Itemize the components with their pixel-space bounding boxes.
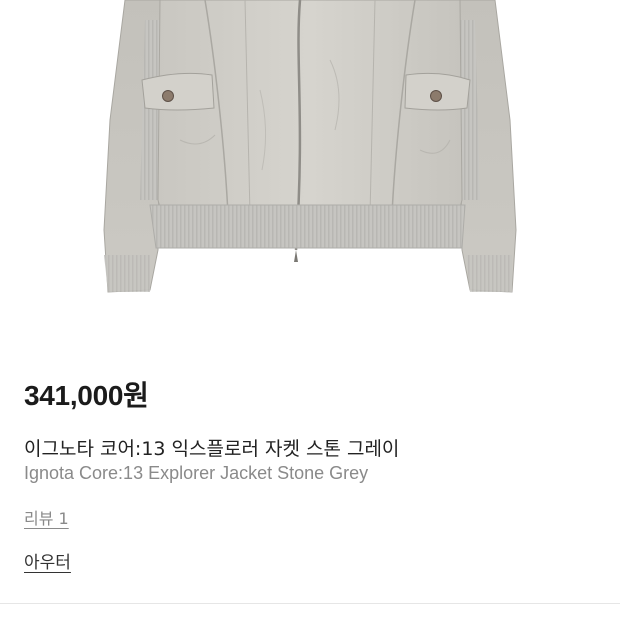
product-title-korean: 이그노타 코어:13 익스플로러 자켓 스톤 그레이 [24,438,400,460]
product-title-english: Ignota Core:13 Explorer Jacket Stone Gre… [24,463,369,483]
left-snap-button [162,90,174,102]
right-cuff [466,255,512,292]
product-image[interactable] [0,0,620,320]
jacket-illustration [103,0,517,293]
product-detail-page: 341,000원 이그노타 코어:13 익스플로러 자켓 스톤 그레이 Igno… [0,0,620,620]
left-cuff [104,255,150,292]
waist-hem [149,204,466,249]
right-snap-button [430,90,442,102]
product-price: 341,000원 [24,380,149,411]
section-divider [0,603,620,604]
left-pocket-flap [141,72,215,111]
review-count-link[interactable]: 리뷰 1 [24,505,69,529]
category-link-outer[interactable]: 아우터 [24,548,71,573]
